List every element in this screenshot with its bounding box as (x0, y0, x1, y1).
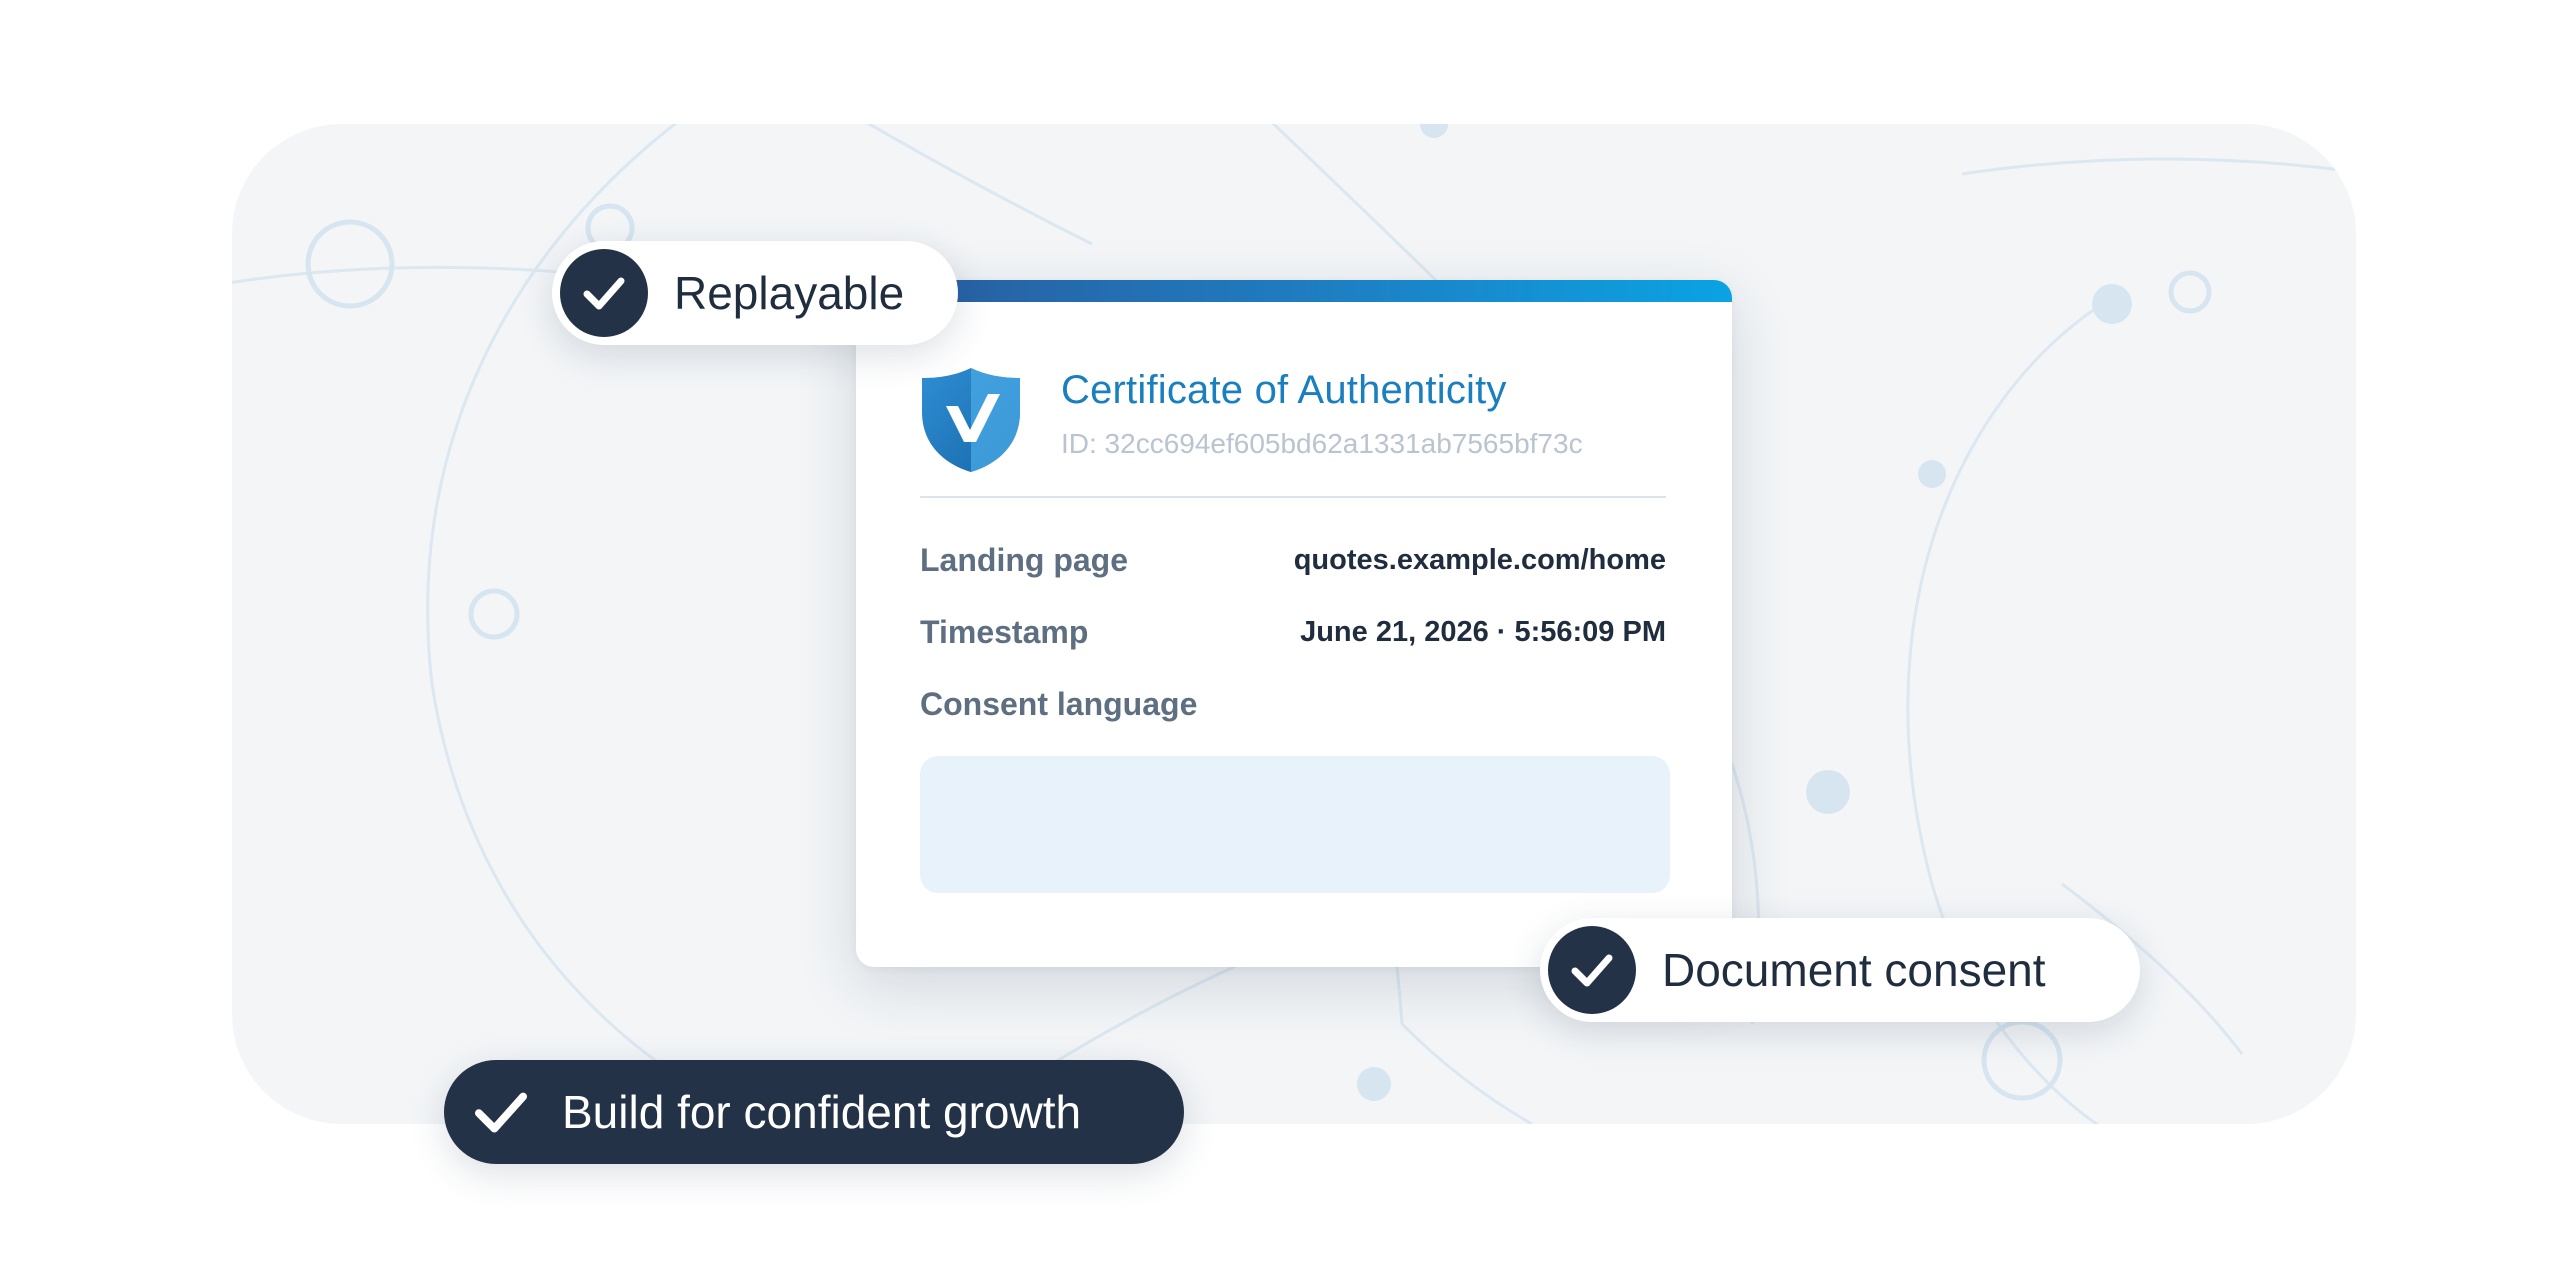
replayable-badge: Replayable (552, 241, 958, 345)
certificate-title: Certificate of Authenticity (1061, 368, 1507, 412)
consent-language-box (920, 756, 1670, 893)
shield-check-icon (922, 368, 1020, 472)
certificate-id: ID: 32cc694ef605bd62a1331ab7565bf73c (1061, 428, 1583, 459)
replayable-label: Replayable (674, 267, 905, 319)
check-icon (466, 1077, 536, 1147)
certificate-card: Certificate of Authenticity ID: 32cc694e… (856, 280, 1732, 967)
check-icon (1548, 926, 1636, 1014)
landing-page-value: quotes.example.com/home (1293, 544, 1666, 576)
landing-page-label: Landing page (920, 542, 1128, 578)
consent-language-label: Consent language (920, 686, 1198, 722)
hero-illustration: Certificate of Authenticity ID: 32cc694e… (0, 0, 2560, 1281)
card-divider (920, 496, 1666, 498)
document-consent-badge: Document consent (1540, 918, 2140, 1022)
document-consent-label: Document consent (1662, 944, 2046, 996)
build-growth-badge: Build for confident growth (444, 1060, 1184, 1164)
check-icon (560, 249, 648, 337)
build-growth-label: Build for confident growth (562, 1086, 1082, 1138)
card-accent-bar (856, 280, 1732, 302)
timestamp-label: Timestamp (920, 614, 1089, 650)
timestamp-value: June 21, 2026 · 5:56:09 PM (1300, 616, 1666, 648)
